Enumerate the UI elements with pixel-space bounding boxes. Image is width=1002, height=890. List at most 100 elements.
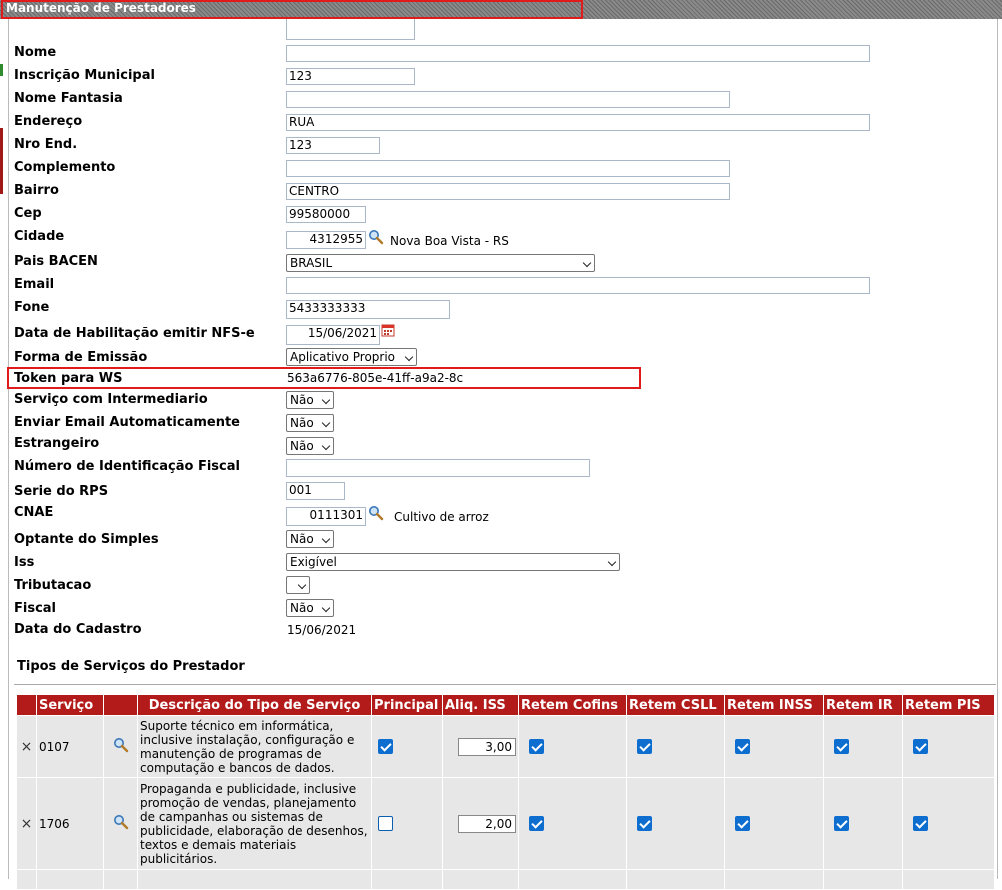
label-data-cadastro: Data do Cadastro	[14, 622, 142, 637]
table-cell	[626, 869, 725, 890]
title-highlight-box	[1, 0, 583, 19]
col-header-ir[interactable]: Retem IR	[823, 694, 903, 716]
label-tributacao: Tributacao	[14, 578, 92, 593]
data-cadastro-value: 15/06/2021	[287, 623, 357, 637]
search-icon[interactable]	[368, 505, 384, 521]
iss-value: Exigível	[290, 555, 337, 569]
col-header-servico[interactable]: Serviço	[36, 694, 104, 716]
label-nome: Nome	[14, 45, 57, 60]
pais-select[interactable]: BRASIL	[286, 254, 595, 272]
label-email: Email	[14, 277, 55, 292]
section-divider	[14, 684, 996, 685]
checkbox-ir[interactable]	[834, 816, 849, 831]
data-hab-input[interactable]: 15/06/2021	[286, 325, 380, 345]
label-cidade: Cidade	[14, 229, 65, 244]
col-header-aliq[interactable]: Aliq. ISS	[442, 694, 519, 716]
nif-input[interactable]	[286, 459, 590, 477]
inscricao-input[interactable]: 123	[286, 68, 415, 85]
label-nome-fantasia: Nome Fantasia	[14, 91, 123, 106]
enviar-email-value: Não	[290, 416, 314, 430]
label-cep: Cep	[14, 206, 42, 221]
window-title-bar: Manutenção de Prestadores	[0, 0, 1002, 19]
chevron-down-icon	[297, 580, 307, 590]
pais-value: BRASIL	[290, 256, 333, 270]
serie-input[interactable]: 001	[286, 482, 345, 500]
table-row	[16, 869, 995, 890]
label-estrangeiro: Estrangeiro	[14, 436, 100, 451]
email-input[interactable]	[286, 277, 870, 294]
checkbox-cofins[interactable]	[529, 739, 544, 754]
checkbox-pis[interactable]	[913, 739, 928, 754]
chevron-down-icon	[607, 557, 617, 567]
search-icon[interactable]	[103, 715, 138, 778]
cep-input[interactable]: 99580000	[286, 206, 366, 223]
cnae-code-input[interactable]: 0111301	[286, 507, 366, 526]
label-serie: Serie do RPS	[14, 484, 109, 499]
chevron-down-icon	[404, 352, 414, 362]
token-value[interactable]: 563a6776-805e-41ff-a9a2-8c	[287, 371, 463, 385]
chevron-down-icon	[321, 441, 331, 451]
bairro-input[interactable]: CENTRO	[286, 183, 730, 200]
iss-select[interactable]: Exigível	[286, 553, 620, 571]
label-complemento: Complemento	[14, 160, 116, 175]
chevron-down-icon	[321, 603, 331, 613]
remove-icon[interactable]: ×	[16, 715, 37, 778]
label-iss: Iss	[14, 555, 35, 570]
intermediario-value: Não	[290, 393, 314, 407]
col-header-cofins[interactable]: Retem Cofins	[518, 694, 627, 716]
endereco-input[interactable]: RUA	[286, 114, 870, 131]
checkbox-csll[interactable]	[637, 739, 652, 754]
col-header-inss[interactable]: Retem INSS	[724, 694, 824, 716]
checkbox-pis[interactable]	[913, 816, 928, 831]
checkbox-ir[interactable]	[834, 739, 849, 754]
label-bairro: Bairro	[14, 183, 59, 198]
checkbox-principal[interactable]	[378, 739, 393, 754]
col-header-pis[interactable]: Retem PIS	[902, 694, 995, 716]
col-header-descricao[interactable]: Descrição do Tipo de Serviço	[137, 694, 372, 716]
complemento-input[interactable]	[286, 160, 730, 177]
label-data-hab: Data de Habilitação emitir NFS-e	[14, 326, 255, 341]
label-inscricao: Inscrição Municipal	[14, 68, 155, 83]
cidade-name: Nova Boa Vista - RS	[390, 234, 509, 248]
nro-input[interactable]: 123	[286, 137, 380, 154]
checkbox-principal[interactable]	[378, 816, 393, 831]
table-row: × 0107 Suporte técnico em informática, inc…	[16, 715, 995, 778]
forma-select[interactable]: Aplicativo Proprio	[286, 348, 417, 366]
label-pais: Pais BACEN	[14, 254, 98, 269]
intermediario-select[interactable]: Não	[286, 391, 334, 409]
table-cell	[442, 869, 519, 890]
checkbox-inss[interactable]	[735, 739, 750, 754]
remove-icon[interactable]: ×	[16, 777, 37, 870]
partial-top-field[interactable]	[286, 19, 415, 40]
label-forma: Forma de Emissão	[14, 350, 148, 365]
services-section-title: Tipos de Serviços do Prestador	[17, 659, 245, 674]
label-endereco: Endereço	[14, 114, 83, 129]
estrangeiro-select[interactable]: Não	[286, 437, 334, 455]
table-cell	[16, 869, 37, 890]
checkbox-csll[interactable]	[637, 816, 652, 831]
label-nro: Nro End.	[14, 137, 78, 152]
search-icon[interactable]	[368, 229, 384, 245]
simples-select[interactable]: Não	[286, 530, 334, 548]
table-row: × 1706 Propaganda e publicidade, inclusive…	[16, 777, 995, 870]
chevron-down-icon	[321, 534, 331, 544]
fone-input[interactable]: 5433333333	[286, 300, 450, 319]
aliq-input[interactable]: 2,00	[458, 814, 516, 833]
nome-fantasia-input[interactable]	[286, 91, 730, 108]
aliq-input[interactable]: 3,00	[458, 737, 516, 756]
fiscal-select[interactable]: Não	[286, 599, 334, 617]
nome-input[interactable]	[286, 45, 870, 62]
col-header-principal[interactable]: Principal	[371, 694, 443, 716]
col-header-csll[interactable]: Retem CSLL	[626, 694, 725, 716]
search-icon[interactable]	[103, 777, 138, 870]
chevron-down-icon	[321, 418, 331, 428]
calendar-icon[interactable]	[381, 323, 395, 337]
service-code: 1706	[36, 777, 104, 870]
enviar-email-select[interactable]: Não	[286, 414, 334, 432]
checkbox-inss[interactable]	[735, 816, 750, 831]
cnae-name: Cultivo de arroz	[394, 510, 489, 524]
checkbox-cofins[interactable]	[529, 816, 544, 831]
simples-value: Não	[290, 532, 314, 546]
cidade-code-input[interactable]: 4312955	[286, 231, 366, 249]
tributacao-select[interactable]	[286, 576, 310, 594]
